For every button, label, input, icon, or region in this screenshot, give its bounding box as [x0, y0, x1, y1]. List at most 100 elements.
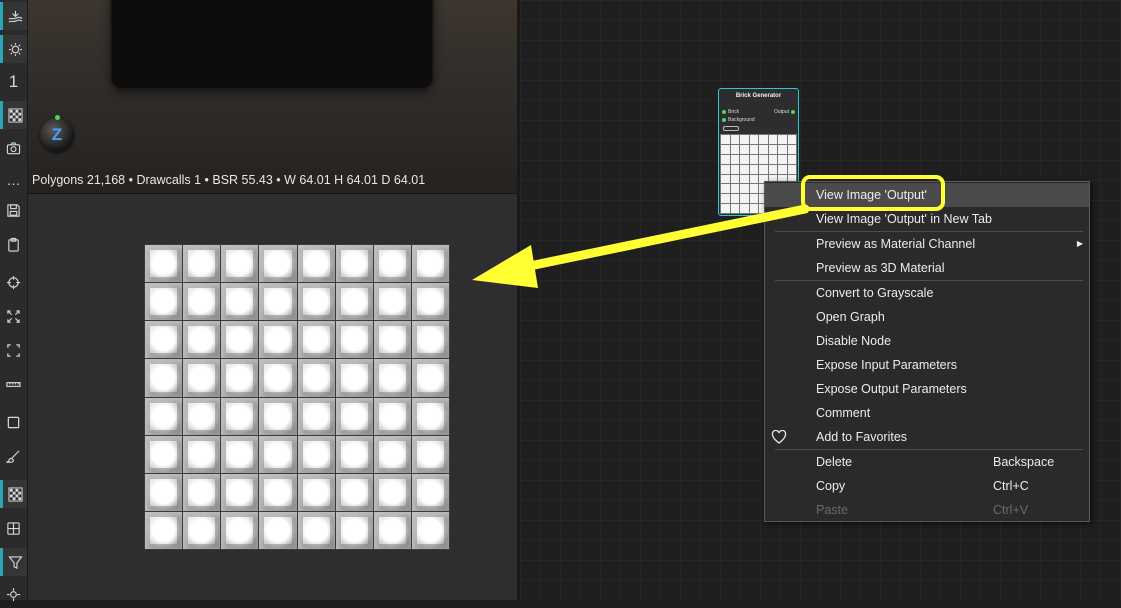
settings-tool-button[interactable] [0, 580, 27, 608]
thumbnail-tile [721, 174, 730, 184]
brick-tile [259, 245, 297, 283]
brick-tile [145, 473, 183, 511]
grid-tool-button[interactable] [0, 514, 27, 542]
thumbnail-tile [787, 144, 796, 154]
paint-tool-button[interactable] [0, 442, 27, 470]
thumbnail-tile [721, 135, 730, 144]
ruler-tool-button[interactable] [0, 370, 27, 398]
sun-gear-icon [8, 42, 22, 56]
brick-tile [373, 283, 411, 321]
menu-item-open-graph[interactable]: Open Graph [765, 305, 1089, 329]
menu-item-label: View Image 'Output' in New Tab [816, 212, 992, 226]
square-tool-button[interactable] [0, 408, 27, 436]
brick-tile [373, 511, 411, 549]
thumbnail-tile [749, 135, 758, 144]
brick-tile [259, 321, 297, 359]
camera-tool-button[interactable] [0, 134, 27, 162]
expand-tool-button[interactable] [0, 302, 27, 330]
brick-tile [411, 397, 449, 435]
menu-item-convert-grayscale[interactable]: Convert to Grayscale [765, 281, 1089, 305]
node-input-brick[interactable]: Brick [722, 109, 739, 115]
checker-tool-button-2[interactable] [0, 480, 27, 508]
thumbnail-tile [721, 164, 730, 174]
menu-item-label: Add to Favorites [816, 430, 908, 444]
brick-tile [411, 283, 449, 321]
brick-tile [259, 397, 297, 435]
menu-item-paste: Paste Ctrl+V [765, 498, 1089, 522]
port-dot-icon [722, 110, 726, 114]
menu-item-preview-3d-material[interactable]: Preview as 3D Material [765, 256, 1089, 280]
checkerboard-icon [7, 486, 23, 502]
menu-item-disable-node[interactable]: Disable Node [765, 329, 1089, 353]
brick-tile [411, 473, 449, 511]
thumbnail-tile [740, 144, 749, 154]
brick-tile [373, 473, 411, 511]
thumbnail-tile [721, 204, 730, 213]
thumbnail-tile [740, 174, 749, 184]
thumbnail-tile [749, 174, 758, 184]
thumbnail-tile [787, 135, 796, 144]
thumbnail-tile [740, 204, 749, 213]
menu-item-label: Preview as Material Channel [816, 237, 976, 251]
node-output-label: Output [773, 109, 789, 115]
checkerboard-icon [7, 107, 23, 123]
more-options-button[interactable]: … [0, 166, 27, 194]
checker-tool-button[interactable] [0, 101, 27, 129]
menu-item-shortcut: Ctrl+C [993, 479, 1029, 493]
floppy-disk-icon [7, 203, 20, 217]
thumbnail-tile [787, 164, 796, 174]
menu-item-expose-input[interactable]: Expose Input Parameters [765, 353, 1089, 377]
axis-gizmo[interactable]: Z [40, 115, 74, 152]
environment-tool-button[interactable] [0, 2, 27, 30]
menu-item-view-image-new-tab[interactable]: View Image 'Output' in New Tab [765, 207, 1089, 231]
menu-item-add-favorites[interactable]: Add to Favorites [765, 425, 1089, 449]
thumbnail-tile [721, 154, 730, 164]
menu-item-shortcut: Ctrl+V [993, 503, 1029, 517]
node-toggle[interactable] [723, 126, 739, 131]
thumbnail-tile [759, 144, 768, 154]
2d-view[interactable] [28, 194, 517, 600]
thumbnail-tile [768, 154, 777, 164]
thumbnail-tile [768, 144, 777, 154]
3d-viewport[interactable]: Z Polygons 21,168 • Drawcalls 1 • BSR 55… [28, 0, 517, 194]
brick-tile [411, 245, 449, 283]
menu-item-copy[interactable]: Copy Ctrl+C [765, 474, 1089, 498]
number-one-tool[interactable]: 1 [0, 68, 27, 96]
brick-tile [183, 435, 221, 473]
node-output[interactable]: Output [774, 109, 795, 115]
thumbnail-tile [740, 184, 749, 194]
thumbnail-tile [740, 154, 749, 164]
brick-tile [373, 245, 411, 283]
left-toolbar: 1 … [0, 0, 28, 601]
brick-tile [297, 359, 335, 397]
filter-tool-button[interactable] [0, 548, 27, 576]
save-tool-button[interactable] [0, 196, 27, 224]
brick-tile [335, 397, 373, 435]
menu-item-view-image-output[interactable]: View Image 'Output' [765, 183, 1089, 207]
menu-item-delete[interactable]: Delete Backspace [765, 450, 1089, 474]
brick-tile [183, 283, 221, 321]
menu-item-label: Preview as 3D Material [816, 261, 945, 275]
menu-item-label: Open Graph [816, 310, 885, 324]
thumbnail-tile [721, 184, 730, 194]
node-input-background[interactable]: Background [722, 117, 755, 123]
menu-item-preview-material-channel[interactable]: Preview as Material Channel ▶ [765, 232, 1089, 256]
frame-tool-button[interactable] [0, 336, 27, 364]
thumbnail-tile [787, 154, 796, 164]
light-tool-button[interactable] [0, 35, 27, 63]
target-tool-button[interactable] [0, 268, 27, 296]
thumbnail-tile [778, 135, 787, 144]
brick-tile [145, 283, 183, 321]
menu-item-expose-output[interactable]: Expose Output Parameters [765, 377, 1089, 401]
thumbnail-tile [749, 204, 758, 213]
brick-tile [411, 511, 449, 549]
thumbnail-tile [759, 154, 768, 164]
brick-output-image [144, 244, 450, 550]
ruler-icon [6, 381, 21, 387]
context-menu: View Image 'Output' View Image 'Output' … [764, 181, 1090, 522]
brick-tile [297, 283, 335, 321]
brick-tile [335, 321, 373, 359]
menu-item-comment[interactable]: Comment [765, 401, 1089, 425]
thumbnail-tile [749, 194, 758, 204]
clipboard-tool-button[interactable] [0, 230, 27, 258]
